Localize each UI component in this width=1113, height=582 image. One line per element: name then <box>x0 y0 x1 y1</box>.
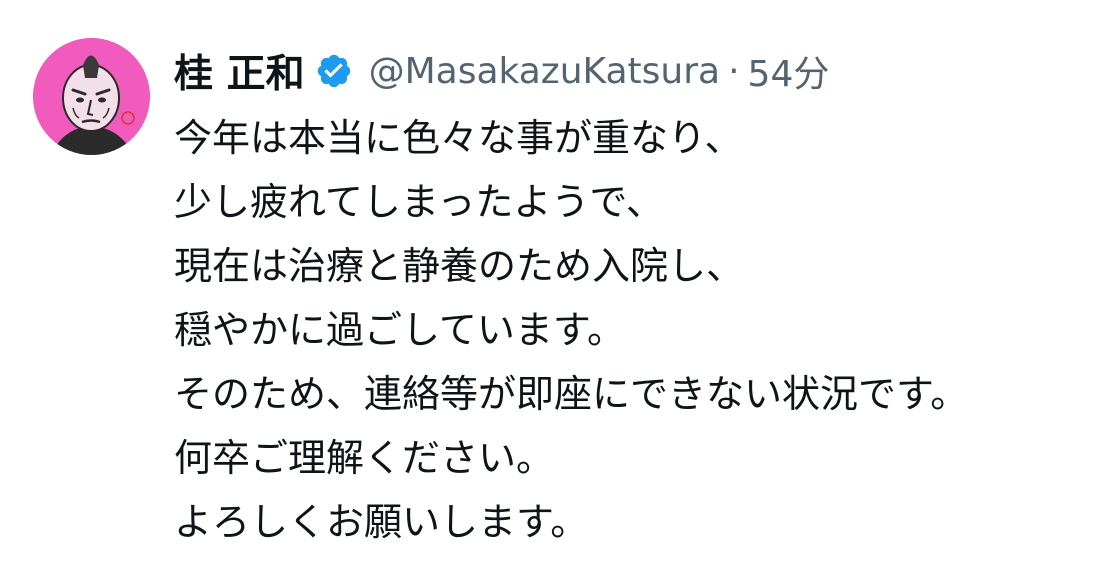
verified-badge-icon <box>315 52 353 90</box>
avatar-icon <box>33 38 150 155</box>
separator-dot: · <box>728 50 740 92</box>
tweet-text: 今年は本当に色々な事が重なり、 少し疲れてしまったようで、 現在は治療と静養のた… <box>174 106 1104 554</box>
tweet-header: 桂 正和 @MasakazuKatsura · 54分 <box>174 43 829 99</box>
tweet-text-line: 現在は治療と静養のため入院し、 <box>174 244 745 288</box>
tweet-text-line: 今年は本当に色々な事が重なり、 <box>174 116 743 160</box>
author-display-name[interactable]: 桂 正和 <box>174 43 305 99</box>
avatar[interactable] <box>33 38 150 155</box>
tweet-text-line: 穏やかに過ごしています。 <box>174 308 626 352</box>
tweet-text-line: よろしくお願いします。 <box>174 500 589 544</box>
tweet-text-line: 何卒ご理解ください。 <box>174 436 555 480</box>
tweet-text-line: 少し疲れてしまったようで、 <box>174 180 664 224</box>
tweet-card[interactable]: 桂 正和 @MasakazuKatsura · 54分 今年は本当に色々な事が重… <box>0 0 1113 582</box>
author-handle[interactable]: @MasakazuKatsura <box>369 51 721 92</box>
tweet-text-line: そのため、連絡等が即座にできない状況です。 <box>174 372 969 416</box>
tweet-timestamp[interactable]: 54分 <box>748 45 830 97</box>
